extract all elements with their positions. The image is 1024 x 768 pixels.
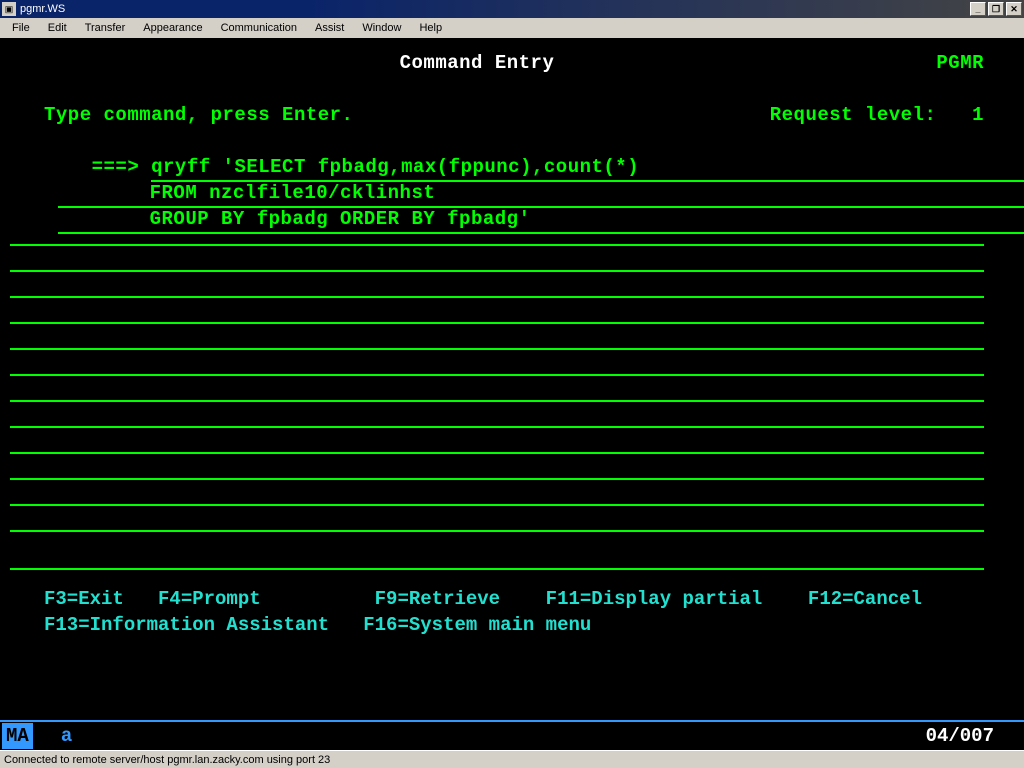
request-level-value: 1 xyxy=(972,104,984,126)
input-line[interactable] xyxy=(10,350,984,376)
terminal-screen[interactable]: Command Entry PGMR Request level: 1 Type… xyxy=(0,38,1024,750)
menu-communication[interactable]: Communication xyxy=(213,20,305,36)
oia-cursor-position: 04/007 xyxy=(926,725,994,747)
menubar: File Edit Transfer Appearance Communicat… xyxy=(0,18,1024,38)
input-line[interactable] xyxy=(10,246,984,272)
command-continuation-area[interactable] xyxy=(0,220,1024,570)
input-line[interactable] xyxy=(10,402,984,428)
fkeys-row-2: F13=Information Assistant F16=System mai… xyxy=(44,612,1024,638)
statusbar: Connected to remote server/host pgmr.lan… xyxy=(0,750,1024,768)
menu-transfer[interactable]: Transfer xyxy=(77,20,134,36)
oia-mode: a xyxy=(61,725,72,747)
input-line[interactable] xyxy=(10,298,984,324)
oia-indicator: MA xyxy=(2,723,33,749)
request-level-label: Request level: xyxy=(770,104,937,126)
connection-status: Connected to remote server/host pgmr.lan… xyxy=(4,754,330,766)
maximize-button[interactable]: ❐ xyxy=(988,2,1004,16)
input-line[interactable] xyxy=(10,428,984,454)
window-title: pgmr.WS xyxy=(20,3,65,15)
window-controls: _ ❐ ✕ xyxy=(970,2,1024,16)
input-line[interactable] xyxy=(10,272,984,298)
menu-help[interactable]: Help xyxy=(411,20,450,36)
input-line[interactable] xyxy=(10,506,984,532)
fkeys-row-1: F3=Exit F4=Prompt F9=Retrieve F11=Displa… xyxy=(44,586,1024,612)
app-icon: ▣ xyxy=(2,2,16,16)
separator-line xyxy=(10,544,984,570)
command-line-3[interactable]: GROUP BY fpbadg ORDER BY fpbadg' xyxy=(58,206,1024,234)
menu-edit[interactable]: Edit xyxy=(40,20,75,36)
input-line[interactable] xyxy=(10,376,984,402)
function-keys: F3=Exit F4=Prompt F9=Retrieve F11=Displa… xyxy=(0,586,1024,638)
input-line[interactable] xyxy=(10,480,984,506)
menu-window[interactable]: Window xyxy=(354,20,409,36)
input-line[interactable] xyxy=(10,454,984,480)
operator-information-area: MA a 04/007 xyxy=(0,720,1024,750)
screen-user: PGMR xyxy=(824,50,1024,76)
menu-assist[interactable]: Assist xyxy=(307,20,352,36)
command-line-2[interactable]: FROM nzclfile10/cklinhst xyxy=(58,180,1024,208)
window-titlebar: ▣ pgmr.WS _ ❐ ✕ xyxy=(0,0,1024,18)
menu-file[interactable]: File xyxy=(4,20,38,36)
input-line[interactable] xyxy=(10,324,984,350)
close-button[interactable]: ✕ xyxy=(1006,2,1022,16)
screen-title: Command Entry xyxy=(130,50,824,76)
menu-appearance[interactable]: Appearance xyxy=(135,20,210,36)
minimize-button[interactable]: _ xyxy=(970,2,986,16)
command-line-1[interactable]: qryff 'SELECT fpbadg,max(fppunc),count(*… xyxy=(151,154,1024,182)
command-prompt: ===> xyxy=(92,156,140,178)
